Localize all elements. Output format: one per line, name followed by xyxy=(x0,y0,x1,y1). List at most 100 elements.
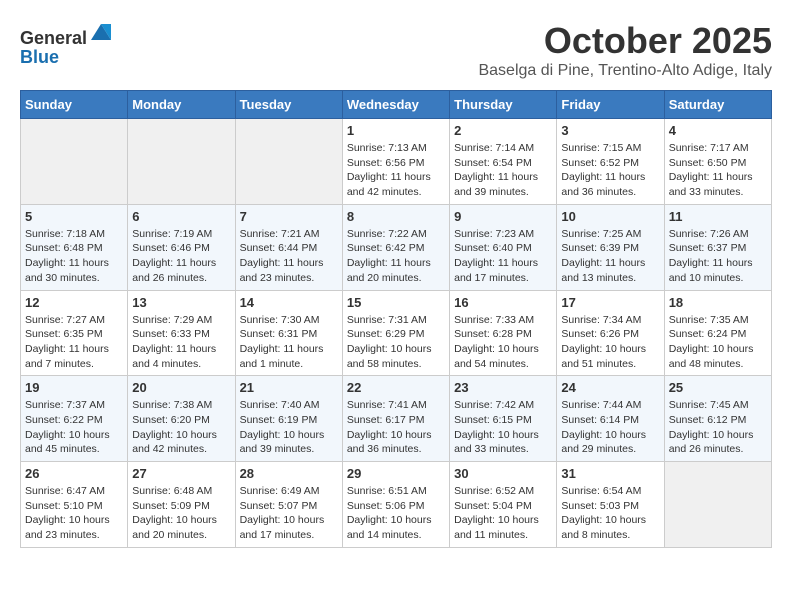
day-info: Sunrise: 7:33 AM Sunset: 6:28 PM Dayligh… xyxy=(454,313,552,372)
logo-icon xyxy=(89,20,113,44)
day-number: 11 xyxy=(669,209,767,224)
day-number: 10 xyxy=(561,209,659,224)
day-info: Sunrise: 7:44 AM Sunset: 6:14 PM Dayligh… xyxy=(561,398,659,457)
day-info: Sunrise: 7:25 AM Sunset: 6:39 PM Dayligh… xyxy=(561,227,659,286)
day-number: 23 xyxy=(454,380,552,395)
day-info: Sunrise: 7:37 AM Sunset: 6:22 PM Dayligh… xyxy=(25,398,123,457)
day-number: 31 xyxy=(561,466,659,481)
calendar-cell: 27Sunrise: 6:48 AM Sunset: 5:09 PM Dayli… xyxy=(128,462,235,548)
calendar-cell: 6 Sunrise: 7:19 AM Sunset: 6:46 PM Daylig… xyxy=(128,204,235,290)
calendar-body: 1 Sunrise: 7:13 AM Sunset: 6:56 PM Daylig… xyxy=(21,119,772,548)
day-number: 7 xyxy=(240,209,338,224)
day-info: Sunrise: 7:41 AM Sunset: 6:17 PM Dayligh… xyxy=(347,398,445,457)
day-number: 3 xyxy=(561,123,659,138)
day-number: 8 xyxy=(347,209,445,224)
day-number: 4 xyxy=(669,123,767,138)
day-info: Sunrise: 7:21 AM Sunset: 6:44 PM Dayligh… xyxy=(240,227,338,286)
calendar-cell: 14 Sunrise: 7:30 AM Sunset: 6:31 PM Dayli… xyxy=(235,290,342,376)
day-info: Sunrise: 7:22 AM Sunset: 6:42 PM Dayligh… xyxy=(347,227,445,286)
weekday-header-thursday: Thursday xyxy=(450,91,557,119)
day-info: Sunrise: 7:30 AM Sunset: 6:31 PM Dayligh… xyxy=(240,313,338,372)
page-header: General Blue October 2025 Baselga di Pin… xyxy=(20,20,772,80)
calendar-cell: 20 Sunrise: 7:38 AM Sunset: 6:20 PM Dayli… xyxy=(128,376,235,462)
logo-general: General xyxy=(20,28,87,48)
day-info: Sunrise: 6:49 AM Sunset: 5:07 PM Dayligh… xyxy=(240,484,338,543)
calendar-cell: 12 Sunrise: 7:27 AM Sunset: 6:35 PM Dayli… xyxy=(21,290,128,376)
calendar-cell xyxy=(128,119,235,205)
calendar-cell: 11 Sunrise: 7:26 AM Sunset: 6:37 PM Dayli… xyxy=(664,204,771,290)
day-info: Sunrise: 6:51 AM Sunset: 5:06 PM Dayligh… xyxy=(347,484,445,543)
week-row-1: 1 Sunrise: 7:13 AM Sunset: 6:56 PM Daylig… xyxy=(21,119,772,205)
logo-text: General Blue xyxy=(20,20,113,68)
day-number: 25 xyxy=(669,380,767,395)
day-info: Sunrise: 7:14 AM Sunset: 6:54 PM Dayligh… xyxy=(454,141,552,200)
week-row-2: 5 Sunrise: 7:18 AM Sunset: 6:48 PM Daylig… xyxy=(21,204,772,290)
weekday-header-monday: Monday xyxy=(128,91,235,119)
logo-blue: Blue xyxy=(20,47,113,68)
calendar-cell: 30 Sunrise: 6:52 AM Sunset: 5:04 PM Dayli… xyxy=(450,462,557,548)
day-info: Sunrise: 7:23 AM Sunset: 6:40 PM Dayligh… xyxy=(454,227,552,286)
day-info: Sunrise: 7:42 AM Sunset: 6:15 PM Dayligh… xyxy=(454,398,552,457)
day-number: 30 xyxy=(454,466,552,481)
day-info: Sunrise: 7:17 AM Sunset: 6:50 PM Dayligh… xyxy=(669,141,767,200)
weekday-header-wednesday: Wednesday xyxy=(342,91,449,119)
week-row-3: 12 Sunrise: 7:27 AM Sunset: 6:35 PM Dayli… xyxy=(21,290,772,376)
day-number: 16 xyxy=(454,295,552,310)
day-number: 19 xyxy=(25,380,123,395)
month-title: October 2025 xyxy=(478,20,772,62)
calendar-cell: 7 Sunrise: 7:21 AM Sunset: 6:44 PM Daylig… xyxy=(235,204,342,290)
day-number: 29 xyxy=(347,466,445,481)
title-block: October 2025 Baselga di Pine, Trentino-A… xyxy=(478,20,772,80)
day-info: Sunrise: 6:52 AM Sunset: 5:04 PM Dayligh… xyxy=(454,484,552,543)
day-info: Sunrise: 7:13 AM Sunset: 6:56 PM Dayligh… xyxy=(347,141,445,200)
day-number: 2 xyxy=(454,123,552,138)
day-info: Sunrise: 7:29 AM Sunset: 6:33 PM Dayligh… xyxy=(132,313,230,372)
location-subtitle: Baselga di Pine, Trentino-Alto Adige, It… xyxy=(478,62,772,80)
calendar-cell xyxy=(21,119,128,205)
calendar-cell: 16 Sunrise: 7:33 AM Sunset: 6:28 PM Dayli… xyxy=(450,290,557,376)
calendar-cell: 9 Sunrise: 7:23 AM Sunset: 6:40 PM Daylig… xyxy=(450,204,557,290)
calendar-cell: 3Sunrise: 7:15 AM Sunset: 6:52 PM Daylig… xyxy=(557,119,664,205)
day-info: Sunrise: 7:45 AM Sunset: 6:12 PM Dayligh… xyxy=(669,398,767,457)
calendar-cell: 2 Sunrise: 7:14 AM Sunset: 6:54 PM Daylig… xyxy=(450,119,557,205)
calendar-table: SundayMondayTuesdayWednesdayThursdayFrid… xyxy=(20,90,772,548)
calendar-cell: 24 Sunrise: 7:44 AM Sunset: 6:14 PM Dayli… xyxy=(557,376,664,462)
day-info: Sunrise: 7:27 AM Sunset: 6:35 PM Dayligh… xyxy=(25,313,123,372)
calendar-cell: 21Sunrise: 7:40 AM Sunset: 6:19 PM Dayli… xyxy=(235,376,342,462)
day-number: 26 xyxy=(25,466,123,481)
day-info: Sunrise: 7:40 AM Sunset: 6:19 PM Dayligh… xyxy=(240,398,338,457)
day-info: Sunrise: 7:31 AM Sunset: 6:29 PM Dayligh… xyxy=(347,313,445,372)
calendar-cell xyxy=(235,119,342,205)
day-number: 5 xyxy=(25,209,123,224)
day-number: 22 xyxy=(347,380,445,395)
calendar-cell: 31Sunrise: 6:54 AM Sunset: 5:03 PM Dayli… xyxy=(557,462,664,548)
calendar-cell: 19 Sunrise: 7:37 AM Sunset: 6:22 PM Dayli… xyxy=(21,376,128,462)
day-number: 28 xyxy=(240,466,338,481)
day-number: 14 xyxy=(240,295,338,310)
day-number: 18 xyxy=(669,295,767,310)
week-row-5: 26Sunrise: 6:47 AM Sunset: 5:10 PM Dayli… xyxy=(21,462,772,548)
day-number: 27 xyxy=(132,466,230,481)
day-number: 15 xyxy=(347,295,445,310)
calendar-cell: 15 Sunrise: 7:31 AM Sunset: 6:29 PM Dayli… xyxy=(342,290,449,376)
day-info: Sunrise: 7:26 AM Sunset: 6:37 PM Dayligh… xyxy=(669,227,767,286)
weekday-header-tuesday: Tuesday xyxy=(235,91,342,119)
day-number: 6 xyxy=(132,209,230,224)
day-number: 1 xyxy=(347,123,445,138)
day-number: 20 xyxy=(132,380,230,395)
calendar-cell: 4 Sunrise: 7:17 AM Sunset: 6:50 PM Daylig… xyxy=(664,119,771,205)
calendar-cell: 23 Sunrise: 7:42 AM Sunset: 6:15 PM Dayli… xyxy=(450,376,557,462)
week-row-4: 19 Sunrise: 7:37 AM Sunset: 6:22 PM Dayli… xyxy=(21,376,772,462)
day-info: Sunrise: 7:19 AM Sunset: 6:46 PM Dayligh… xyxy=(132,227,230,286)
day-number: 24 xyxy=(561,380,659,395)
weekday-header-saturday: Saturday xyxy=(664,91,771,119)
weekday-header-row: SundayMondayTuesdayWednesdayThursdayFrid… xyxy=(21,91,772,119)
day-info: Sunrise: 7:18 AM Sunset: 6:48 PM Dayligh… xyxy=(25,227,123,286)
day-number: 12 xyxy=(25,295,123,310)
calendar-cell: 13Sunrise: 7:29 AM Sunset: 6:33 PM Dayli… xyxy=(128,290,235,376)
day-info: Sunrise: 7:38 AM Sunset: 6:20 PM Dayligh… xyxy=(132,398,230,457)
calendar-cell: 26Sunrise: 6:47 AM Sunset: 5:10 PM Dayli… xyxy=(21,462,128,548)
calendar-cell: 25 Sunrise: 7:45 AM Sunset: 6:12 PM Dayli… xyxy=(664,376,771,462)
calendar-cell: 28 Sunrise: 6:49 AM Sunset: 5:07 PM Dayli… xyxy=(235,462,342,548)
day-number: 9 xyxy=(454,209,552,224)
